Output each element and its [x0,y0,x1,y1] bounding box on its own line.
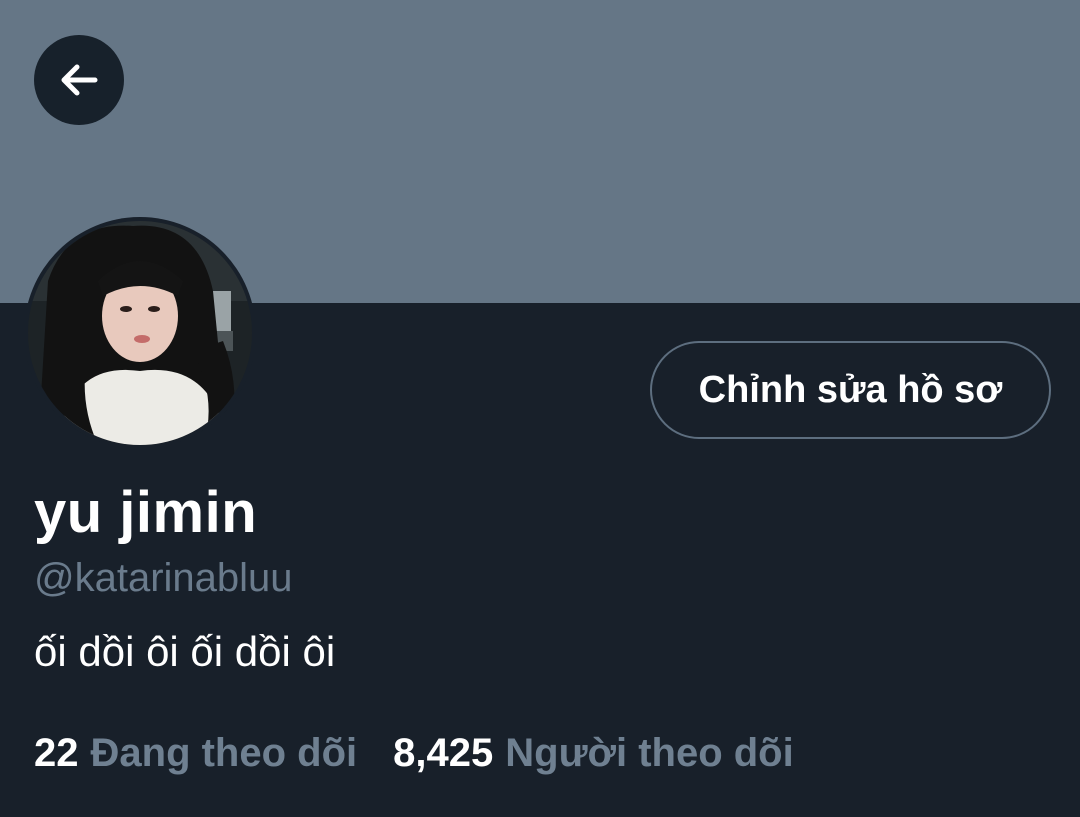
arrow-left-icon [61,64,98,96]
avatar-image [28,221,252,445]
avatar[interactable] [24,217,256,449]
following-count: 22 [34,731,79,775]
profile-bio: ối dồi ôi ối dồi ôi [34,628,336,675]
following-label: Đang theo dõi [90,731,358,775]
back-button[interactable] [34,35,124,125]
edit-profile-button[interactable]: Chỉnh sửa hồ sơ [650,341,1051,439]
following-stat[interactable]: 22 Đang theo dõi [34,728,357,778]
display-name: yu jimin [34,480,258,545]
user-handle: @katarinabluu [34,556,293,600]
followers-stat[interactable]: 8,425 Người theo dõi [393,728,794,778]
followers-count: 8,425 [393,731,494,775]
profile-stats: 22 Đang theo dõi 8,425 Người theo dõi [34,728,794,778]
profile-screen: Chỉnh sửa hồ sơ yu jimin @katarinabluu ố… [0,0,1080,817]
followers-label: Người theo dõi [505,731,794,775]
